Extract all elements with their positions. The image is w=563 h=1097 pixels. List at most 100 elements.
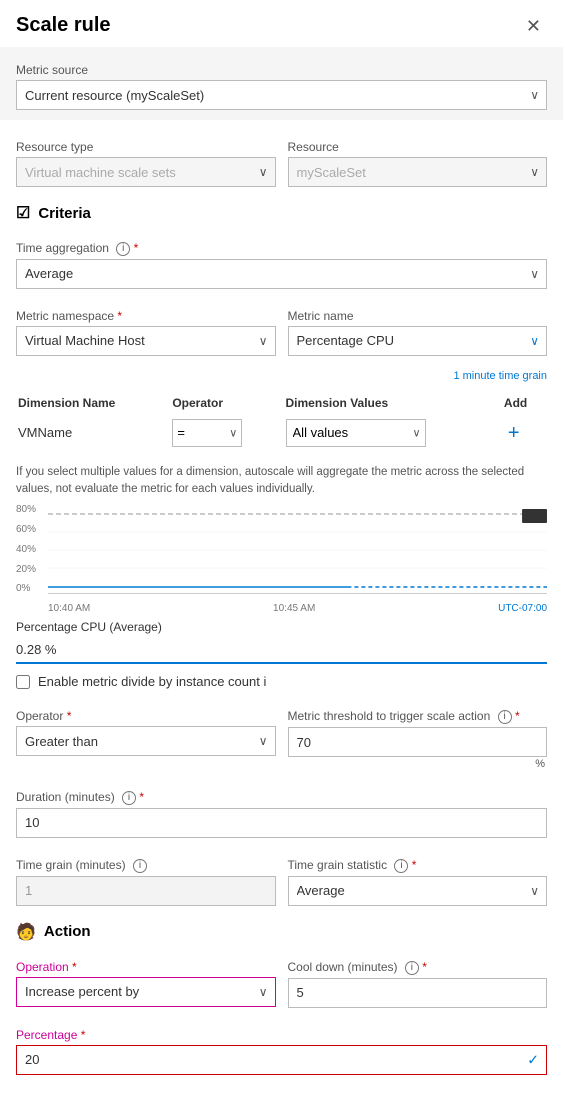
table-row: VMName = All values	[18, 416, 545, 450]
threshold-col: Metric threshold to trigger scale action…	[288, 701, 548, 770]
percentage-label: Percentage	[16, 1028, 547, 1042]
panel-title: Scale rule	[16, 14, 111, 37]
dim-name-value: VMName	[18, 425, 72, 440]
panel-header: Scale rule ✕	[0, 0, 563, 47]
y-label-0: 0%	[16, 583, 46, 594]
operation-select-wrapper: Increase percent by	[16, 977, 276, 1007]
scale-rule-panel: Scale rule ✕ Metric source Current resou…	[0, 0, 563, 1097]
dim-operator-select[interactable]: =	[172, 419, 242, 447]
dim-values-wrapper: All values	[286, 419, 426, 447]
time-grain-stat-label: Time grain statistic i	[288, 858, 548, 873]
metric-value-label: Percentage CPU (Average)	[16, 620, 547, 634]
dim-values-select[interactable]: All values	[286, 419, 426, 447]
resource-type-label: Resource type	[16, 140, 276, 154]
resource-type-select[interactable]: Virtual machine scale sets	[16, 157, 276, 187]
time-grain-stat-select[interactable]: Average	[288, 876, 548, 906]
time-grain-stat-info-icon[interactable]: i	[394, 859, 408, 873]
time-aggregation-select[interactable]: Average	[16, 259, 547, 289]
time-grain-row: Time grain (minutes) i Time grain statis…	[0, 844, 563, 912]
percentage-input[interactable]	[16, 1045, 547, 1075]
y-label-60: 60%	[16, 524, 46, 535]
y-label-80: 80%	[16, 504, 46, 515]
add-dimension-button[interactable]: +	[504, 423, 524, 443]
operator-select[interactable]: Greater than	[16, 726, 276, 756]
y-label-40: 40%	[16, 544, 46, 555]
chart-x-row: 10:40 AM 10:45 AM UTC-07:00	[48, 603, 547, 614]
threshold-info-icon[interactable]: i	[498, 710, 512, 724]
x-label-1045: 10:45 AM	[273, 603, 315, 614]
duration-label: Duration (minutes) i	[16, 790, 547, 805]
dim-operator-cell: =	[172, 416, 283, 450]
resource-select[interactable]: myScaleSet	[288, 157, 548, 187]
metric-source-label: Metric source	[16, 63, 547, 77]
time-grain-stat-col: Time grain statistic i Average	[288, 850, 548, 906]
time-grain-note: 1 minute time grain	[16, 370, 547, 382]
enable-divide-label: Enable metric divide by instance count i	[38, 674, 266, 689]
operation-col: Operation Increase percent by	[16, 952, 276, 1008]
time-grain-note-section: 1 minute time grain	[0, 362, 563, 390]
resource-col: Resource myScaleSet	[288, 132, 548, 187]
time-aggregation-info-icon[interactable]: i	[116, 242, 130, 256]
percentage-input-wrapper: ✓	[16, 1045, 547, 1075]
metric-source-select-wrapper: Current resource (myScaleSet)	[16, 80, 547, 110]
operation-cooldown-row: Operation Increase percent by Cool down …	[0, 946, 563, 1014]
col-operator: Operator	[172, 392, 283, 414]
metric-name-select-wrapper: Percentage CPU	[288, 326, 548, 356]
resource-select-wrapper: myScaleSet	[288, 157, 548, 187]
y-label-20: 20%	[16, 564, 46, 575]
close-button[interactable]: ✕	[520, 15, 547, 37]
chart-y-labels: 80% 60% 40% 20% 0%	[16, 504, 46, 594]
criteria-label: Criteria	[38, 205, 91, 222]
time-grain-info-icon[interactable]: i	[133, 859, 147, 873]
cool-down-input[interactable]	[288, 978, 548, 1008]
dim-values-cell: All values	[286, 416, 502, 450]
chart-svg	[48, 504, 547, 593]
time-aggregation-select-wrapper: Average	[16, 259, 547, 289]
criteria-header: ☑ Criteria	[0, 193, 563, 227]
col-dimension-name: Dimension Name	[18, 392, 170, 414]
dim-operator-wrapper: =	[172, 419, 242, 447]
action-label: Action	[44, 923, 91, 940]
metric-value-input[interactable]	[16, 636, 547, 664]
metric-source-section: Metric source Current resource (myScaleS…	[0, 47, 563, 120]
criteria-icon: ☑	[16, 203, 30, 223]
metric-namespace-select[interactable]: Virtual Machine Host	[16, 326, 276, 356]
metric-source-select[interactable]: Current resource (myScaleSet)	[16, 80, 547, 110]
threshold-input[interactable]	[288, 727, 548, 757]
resource-row: Resource type Virtual machine scale sets…	[0, 126, 563, 193]
duration-section: Duration (minutes) i	[0, 776, 563, 844]
operator-select-wrapper: Greater than	[16, 726, 276, 756]
time-aggregation-label: Time aggregation i	[16, 241, 547, 256]
cool-down-label: Cool down (minutes) i	[288, 960, 548, 975]
dim-add-cell: +	[504, 416, 545, 450]
dimension-info-text: If you select multiple values for a dime…	[16, 464, 547, 499]
operator-col: Operator Greater than	[16, 701, 276, 770]
chart-utc: UTC-07:00	[498, 603, 547, 614]
metric-name-select[interactable]: Percentage CPU	[288, 326, 548, 356]
operator-threshold-row: Operator Greater than Metric threshold t…	[0, 695, 563, 776]
resource-label: Resource	[288, 140, 548, 154]
enable-divide-info-icon[interactable]: i	[263, 674, 266, 689]
duration-info-icon[interactable]: i	[122, 791, 136, 805]
time-grain-label: Time grain (minutes) i	[16, 858, 276, 873]
x-label-1040: 10:40 AM	[48, 603, 90, 614]
enable-divide-checkbox[interactable]	[16, 675, 30, 689]
col-add: Add	[504, 392, 545, 414]
cool-down-col: Cool down (minutes) i	[288, 952, 548, 1008]
percentage-section: Percentage ✓	[0, 1014, 563, 1081]
time-grain-col: Time grain (minutes) i	[16, 850, 276, 906]
operation-select[interactable]: Increase percent by	[16, 977, 276, 1007]
cool-down-info-icon[interactable]: i	[405, 961, 419, 975]
resource-type-col: Resource type Virtual machine scale sets	[16, 132, 276, 187]
bottom-padding	[0, 1081, 563, 1097]
action-header: 🧑 Action	[0, 912, 563, 946]
threshold-suffix: %	[288, 758, 548, 770]
col-dimension-values: Dimension Values	[286, 392, 502, 414]
dim-name-cell: VMName	[18, 416, 170, 450]
threshold-label: Metric threshold to trigger scale action…	[288, 709, 548, 724]
duration-input[interactable]	[16, 808, 547, 838]
metric-name-col: Metric name Percentage CPU	[288, 301, 548, 356]
chart-area: 80% 60% 40% 20% 0% 10:40 AM	[16, 504, 547, 614]
dimension-table: Dimension Name Operator Dimension Values…	[16, 390, 547, 452]
chart-canvas	[48, 504, 547, 594]
